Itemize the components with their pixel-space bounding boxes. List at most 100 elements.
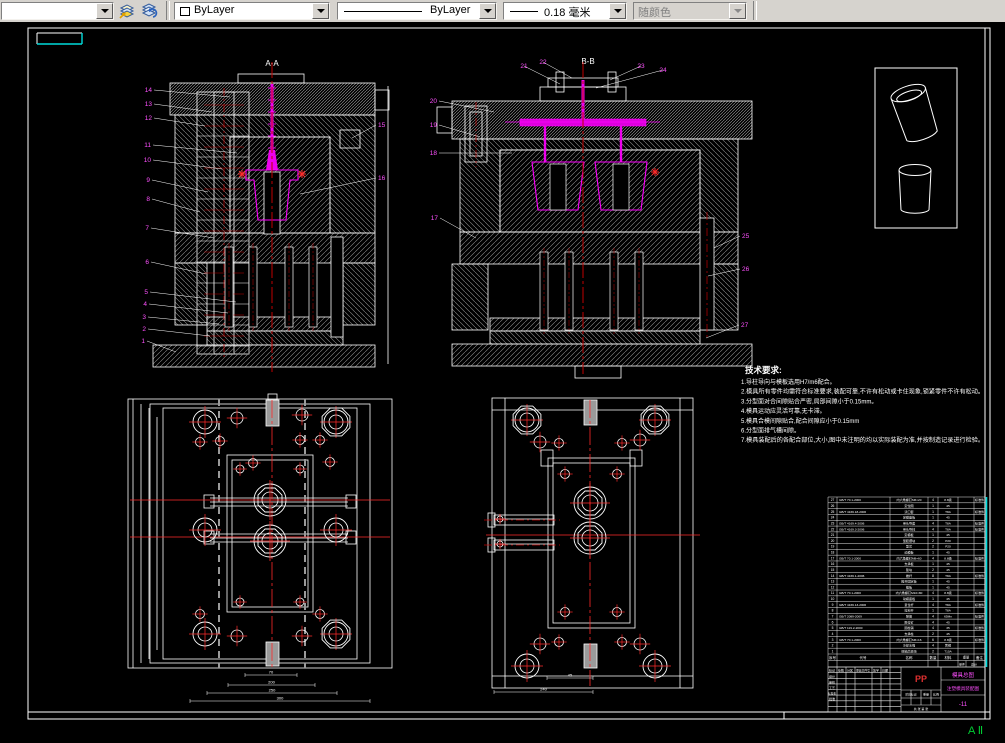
lineweight-combo[interactable]: 0.18 毫米	[503, 2, 627, 20]
iso-part-upright	[898, 164, 932, 214]
linetype-combo-arrow-icon[interactable]	[479, 3, 496, 19]
bom-text: 1	[932, 597, 934, 601]
bom-text: 标准件	[975, 625, 984, 630]
drawing-number: -11	[959, 702, 968, 708]
bom-text: 8.8级	[944, 637, 951, 642]
bom-text: GB/T 4169.1-2006	[839, 574, 865, 578]
toolbar-separator	[166, 1, 170, 20]
make-layer-current-icon[interactable]	[117, 1, 137, 21]
bom-text: 1	[932, 562, 934, 566]
bom-text: GB/T 4169.4-2006	[839, 521, 865, 525]
bom-text: 8	[832, 609, 834, 613]
bom-text: 支承柱	[904, 631, 913, 636]
linetype-combo[interactable]: ByLayer	[337, 2, 497, 20]
bom-text: 45	[946, 551, 950, 555]
layer-previous-icon[interactable]	[139, 1, 159, 21]
bom-text: 重量	[963, 655, 970, 660]
dimension-label: 250	[269, 688, 276, 693]
color-combo-arrow-icon[interactable]	[312, 3, 329, 19]
bom-text: 定位圈	[904, 503, 913, 508]
tech-requirement-line: 4.模具运动应灵活可靠,无卡滞。	[741, 407, 826, 415]
drawing-canvas[interactable]: A-A 14 13 12 11 10 9 8 7 6 5 4 3 2 1 15 …	[0, 22, 1005, 738]
bom-text: 45	[946, 597, 950, 601]
lineweight-combo-arrow-icon[interactable]	[609, 3, 626, 19]
bom-text: 45	[946, 632, 950, 636]
bom-text: 标准件	[975, 573, 984, 578]
bom-text: 型腔镶块	[903, 538, 915, 543]
bom-text: 工艺	[829, 685, 835, 690]
callout-number: 5	[144, 289, 148, 296]
bom-text: P20	[945, 539, 951, 543]
bom-text: 1	[832, 649, 834, 653]
callout-number: 6	[145, 259, 149, 266]
layer-combo[interactable]	[1, 2, 114, 20]
bom-text: 21	[831, 533, 835, 537]
callout-number: 19	[430, 122, 438, 129]
sheet-format-label: A Ⅱ	[968, 725, 983, 737]
callout-number: 2	[142, 326, 146, 333]
selection-rectangle	[36, 32, 83, 45]
bom-text: 标记	[829, 668, 835, 673]
bom-text: GB/T 70.1-2000	[839, 591, 861, 595]
bom-text: 6	[832, 620, 834, 624]
callout-number: 20	[430, 98, 438, 105]
plan-view-right: 45 240	[484, 397, 700, 694]
bom-text: 45	[946, 585, 950, 589]
bom-text: 分区	[847, 668, 853, 673]
bom-text: 内六角螺钉M10×80	[896, 590, 923, 595]
color-combo-value: ByLayer	[194, 4, 235, 16]
layer-combo-arrow-icon[interactable]	[96, 3, 113, 19]
callout-number: 18	[430, 150, 438, 157]
bom-text: 阶段标记	[906, 693, 917, 697]
bom-text: 4	[932, 603, 934, 607]
bom-text: T8A	[945, 609, 952, 613]
bom-text: 垫块	[906, 567, 912, 572]
bom-text: 45	[946, 533, 950, 537]
bom-text: 1	[932, 609, 934, 613]
bom-text: 25	[831, 510, 835, 514]
bom-text: 22	[831, 527, 835, 531]
color-combo[interactable]: ByLayer	[174, 2, 330, 20]
bom-text: 1	[932, 516, 934, 520]
callout-number: 12	[145, 115, 153, 122]
bom-text: T8A	[945, 603, 952, 607]
bom-text: 标准件	[975, 602, 984, 607]
bom-text: 4	[932, 556, 934, 560]
bom-text: 2	[932, 539, 934, 543]
plan-view-left: 70 200 250300	[127, 393, 393, 703]
bom-text: 标准件	[975, 526, 984, 531]
lineweight-glyph-icon	[510, 11, 538, 12]
bom-text: 45	[946, 620, 950, 624]
bom-text: 黄铜	[945, 643, 951, 648]
bom-text: 1	[932, 504, 934, 508]
bom-text: 标准件	[975, 555, 984, 560]
plotstyle-combo-arrow-icon	[729, 3, 746, 19]
callout-number: 24	[659, 67, 667, 74]
bom-text: 圆柱销	[904, 625, 913, 630]
bom-text: GB/T 119.2-2000	[839, 626, 863, 630]
bom-text: 序号	[829, 655, 837, 660]
bom-text: 拉料杆	[904, 608, 913, 613]
callout-number: 16	[378, 175, 386, 182]
bom-text: 2	[932, 632, 934, 636]
callout-number: 21	[520, 63, 528, 70]
bom-text: GB/T 70.1-2000	[839, 556, 861, 560]
dimension-label: 240	[540, 687, 547, 692]
bom-text: 10	[831, 597, 835, 601]
callout-number: 3	[142, 314, 146, 321]
plotstyle-combo-value: 随颜色	[638, 7, 671, 19]
bom-text: 8.8级	[944, 590, 951, 595]
bom-text: 定模板	[904, 532, 913, 537]
bom-text: 标准件	[975, 637, 984, 642]
bom-text: 重量	[923, 692, 929, 697]
bom-text: 13	[831, 580, 835, 584]
tech-requirement-line: 3.分型面对合间隙贴合严密,局部间隙小于0.15mm。	[741, 397, 877, 405]
bom-text: 推杆	[906, 573, 912, 578]
bom-text: 2	[832, 644, 834, 648]
section-view-a: A-A 1413121110987654321 1516	[141, 59, 390, 372]
bom-text: 4	[932, 527, 934, 531]
bom-text: GB/T 4169.13-2006	[839, 603, 866, 607]
bom-text: 内六角螺钉M8×60	[896, 555, 921, 560]
bom-text: 4	[832, 632, 834, 636]
bom-text: 标准件	[975, 509, 984, 514]
